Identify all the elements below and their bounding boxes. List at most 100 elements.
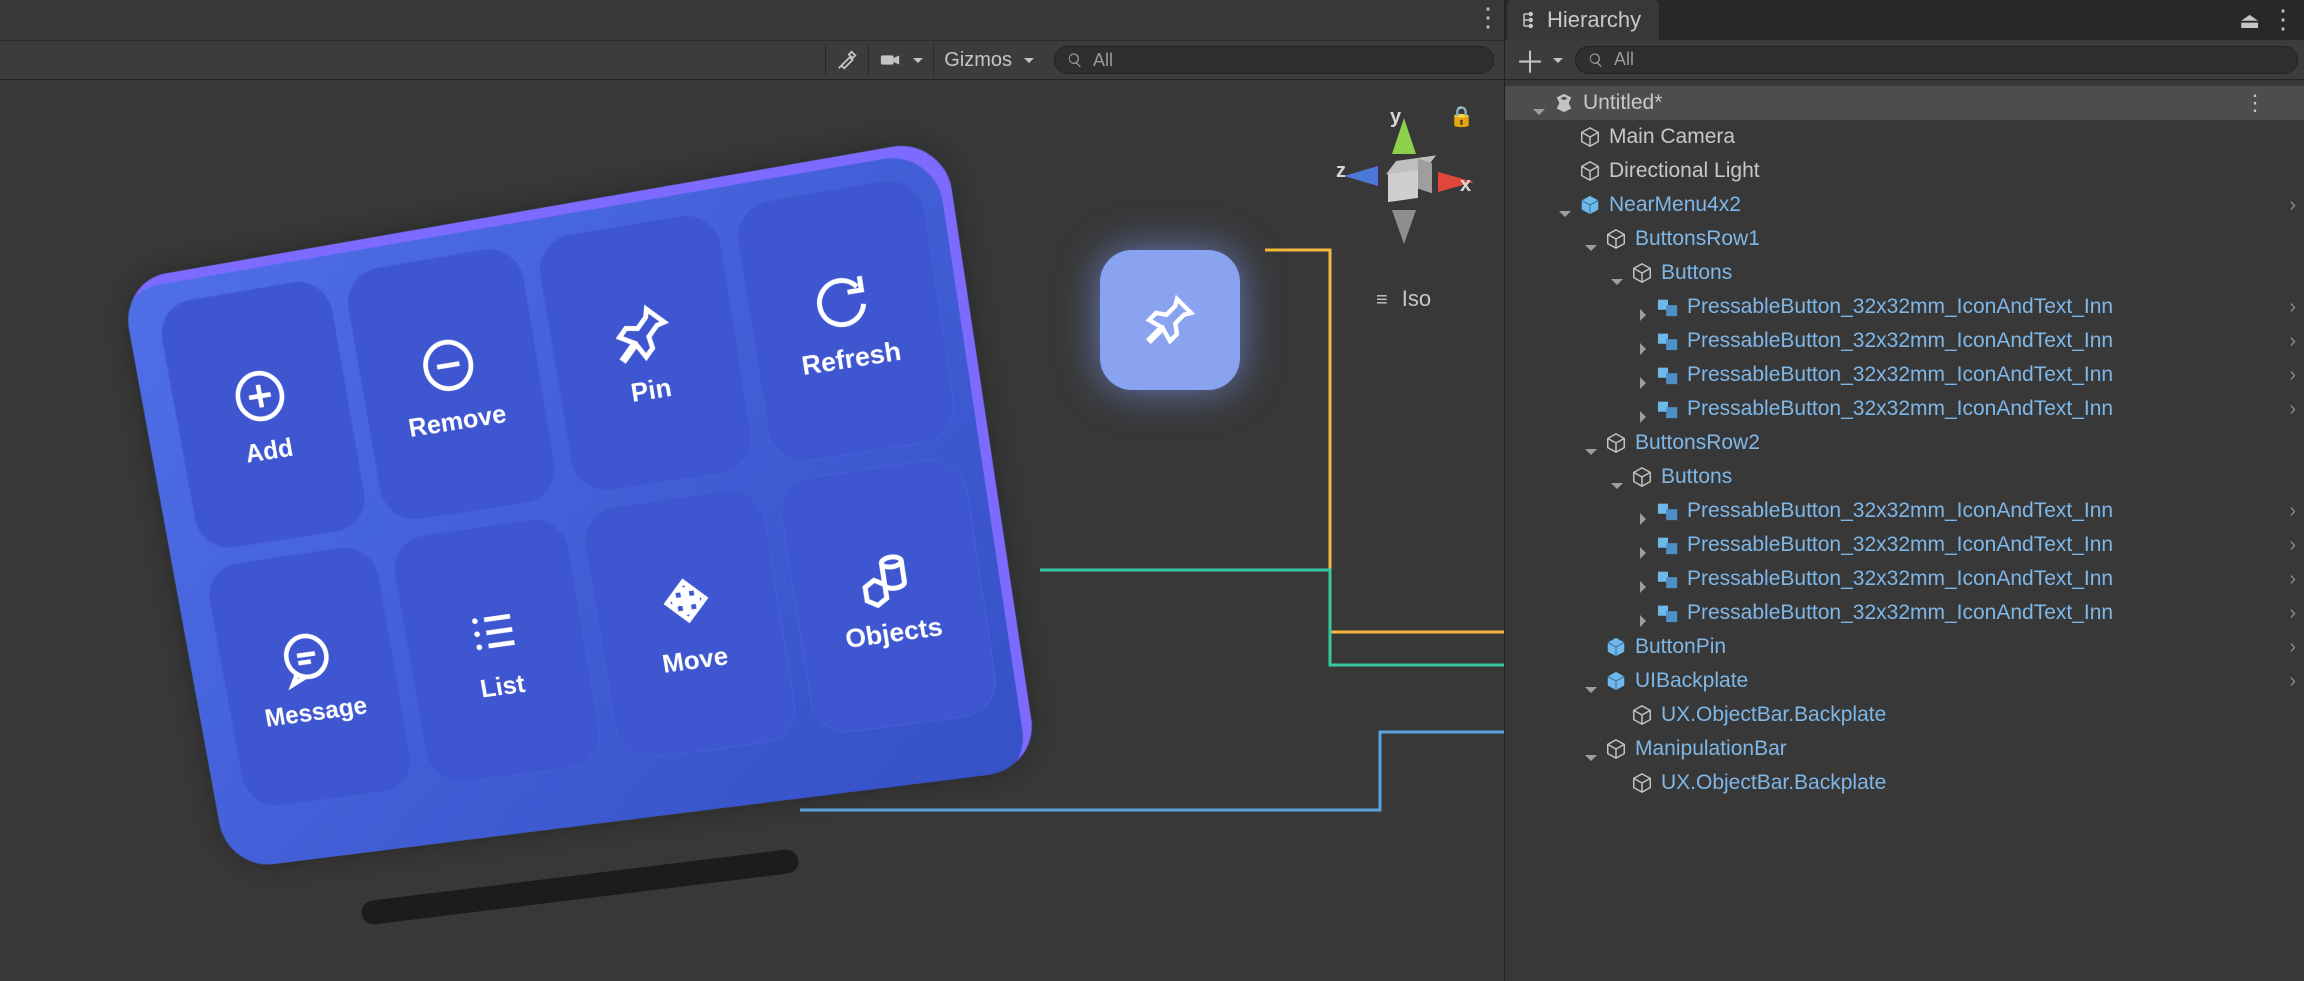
menu-button-label: Move	[660, 640, 730, 679]
hierarchy-row[interactable]: PressableButton_32x32mm_IconAndText_Inn›	[1505, 358, 2304, 392]
gizmos-dropdown-button[interactable]: Gizmos	[933, 44, 1044, 76]
hierarchy-row[interactable]: PressableButton_32x32mm_IconAndText_Inn›	[1505, 494, 2304, 528]
menu-button-label: Pin	[629, 372, 674, 409]
hierarchy-pane-menu-icon[interactable]: ⋮	[2270, 4, 2296, 35]
scene-viewport[interactable]: 🔒 y x z Iso Add Remove Pin Refresh Messa…	[0, 80, 1504, 981]
lock-icon[interactable]: 🔒	[1449, 104, 1474, 129]
hierarchy-row[interactable]: PressableButton_32x32mm_IconAndText_Inn›	[1505, 290, 2304, 324]
foldout-toggle[interactable]	[1637, 333, 1653, 349]
open-prefab-icon[interactable]: ›	[2289, 563, 2296, 595]
plus-circle-icon	[225, 361, 294, 431]
gizmo-cube[interactable]	[1388, 168, 1418, 202]
orientation-gizmo[interactable]: 🔒 y x z Iso	[1324, 100, 1464, 300]
foldout-toggle[interactable]	[1559, 197, 1575, 213]
menu-button-pin[interactable]: Pin	[534, 209, 757, 496]
foldout-toggle[interactable]	[1637, 299, 1653, 315]
foldout-toggle[interactable]	[1585, 741, 1601, 757]
menu-button-refresh[interactable]: Refresh	[732, 174, 960, 466]
hierarchy-row[interactable]: UX.ObjectBar.Backplate	[1505, 766, 2304, 800]
open-prefab-icon[interactable]: ›	[2289, 189, 2296, 221]
nested-icon	[1657, 364, 1679, 386]
camera-dropdown-button[interactable]	[868, 44, 933, 76]
foldout-toggle[interactable]	[1637, 401, 1653, 417]
manipulation-bar-object[interactable]	[360, 848, 800, 925]
hierarchy-row[interactable]: UIBackplate›	[1505, 664, 2304, 698]
foldout-toggle[interactable]	[1585, 639, 1601, 655]
hierarchy-row[interactable]: ButtonsRow2	[1505, 426, 2304, 460]
hierarchy-row[interactable]: NearMenu4x2›	[1505, 188, 2304, 222]
hierarchy-tree: Untitled*⋮Main CameraDirectional LightNe…	[1505, 80, 2304, 806]
foldout-toggle[interactable]	[1611, 707, 1627, 723]
nested-icon	[1657, 500, 1679, 522]
foldout-toggle[interactable]	[1533, 95, 1549, 111]
open-prefab-icon[interactable]: ›	[2289, 529, 2296, 561]
hierarchy-row[interactable]: PressableButton_32x32mm_IconAndText_Inn ›	[1505, 562, 2304, 596]
hierarchy-search-input[interactable]: All	[1575, 46, 2298, 74]
go-icon	[1605, 432, 1627, 454]
hierarchy-row[interactable]: Buttons	[1505, 460, 2304, 494]
open-prefab-icon[interactable]: ›	[2289, 359, 2296, 391]
hierarchy-row[interactable]: ButtonPin ›	[1505, 630, 2304, 664]
open-prefab-icon[interactable]: ›	[2289, 631, 2296, 663]
hierarchy-row-label: PressableButton_32x32mm_IconAndText_Inn	[1687, 563, 2113, 595]
menu-button-remove[interactable]: Remove	[342, 243, 561, 525]
foldout-toggle[interactable]	[1637, 605, 1653, 621]
open-prefab-icon[interactable]: ›	[2289, 393, 2296, 425]
hierarchy-tab[interactable]: Hierarchy	[1507, 0, 1659, 40]
foldout-toggle[interactable]	[1637, 367, 1653, 383]
menu-button-label: Remove	[406, 398, 508, 444]
go-icon	[1631, 704, 1653, 726]
projection-toggle[interactable]: Iso	[1376, 286, 1431, 312]
hierarchy-icon	[1521, 11, 1539, 29]
foldout-toggle[interactable]	[1559, 129, 1575, 145]
menu-button-move[interactable]: Move	[579, 485, 800, 762]
prefab-icon	[1605, 670, 1627, 692]
foldout-toggle[interactable]	[1611, 775, 1627, 791]
scene-pane-menu-icon[interactable]: ⋮	[1475, 2, 1500, 33]
open-prefab-icon[interactable]: ›	[2289, 665, 2296, 697]
foldout-toggle[interactable]	[1585, 231, 1601, 247]
pin-button-object[interactable]	[1100, 250, 1240, 390]
hierarchy-row-label: UX.ObjectBar.Backplate	[1661, 767, 1886, 799]
hierarchy-row[interactable]: Untitled*⋮	[1505, 86, 2304, 120]
foldout-toggle[interactable]	[1637, 571, 1653, 587]
near-menu-object[interactable]: Add Remove Pin Refresh Message List Move…	[150, 210, 990, 830]
hierarchy-row[interactable]: Main Camera	[1505, 120, 2304, 154]
search-icon	[1067, 52, 1083, 68]
row-menu-icon[interactable]: ⋮	[2244, 87, 2266, 119]
scene-search-input[interactable]: All	[1054, 46, 1494, 74]
hierarchy-row[interactable]: ButtonsRow1	[1505, 222, 2304, 256]
axis-neg-y-cone[interactable]	[1392, 210, 1416, 244]
hierarchy-row-label: ButtonPin	[1635, 631, 1726, 663]
hierarchy-row[interactable]: UX.ObjectBar.Backplate	[1505, 698, 2304, 732]
hierarchy-row[interactable]: PressableButton_32x32mm_IconAndText_Inn›	[1505, 528, 2304, 562]
unlock-icon[interactable]: ⏏	[2239, 8, 2260, 34]
tools-toggle-button[interactable]	[825, 44, 868, 76]
foldout-toggle[interactable]	[1637, 503, 1653, 519]
foldout-toggle[interactable]	[1611, 265, 1627, 281]
open-prefab-icon[interactable]: ›	[2289, 495, 2296, 527]
hierarchy-row[interactable]: PressableButton_32x32mm_IconAndText_Inn›	[1505, 596, 2304, 630]
axis-x-label: x	[1460, 174, 1471, 197]
menu-button-list[interactable]: List	[388, 514, 605, 786]
hierarchy-row-label: PressableButton_32x32mm_IconAndText_Inn	[1687, 325, 2113, 357]
hierarchy-row[interactable]: PressableButton_32x32mm_IconAndText_Inn ›	[1505, 324, 2304, 358]
foldout-toggle[interactable]	[1637, 537, 1653, 553]
menu-button-label: Add	[243, 432, 295, 469]
open-prefab-icon[interactable]: ›	[2289, 325, 2296, 357]
hierarchy-row[interactable]: Buttons	[1505, 256, 2304, 290]
hierarchy-row[interactable]: PressableButton_32x32mm_IconAndText_Inn›	[1505, 392, 2304, 426]
create-dropdown-button[interactable]: ＋	[1511, 38, 1567, 82]
nested-icon	[1657, 602, 1679, 624]
foldout-toggle[interactable]	[1559, 163, 1575, 179]
foldout-toggle[interactable]	[1585, 435, 1601, 451]
axis-z-cone[interactable]	[1344, 166, 1378, 186]
foldout-toggle[interactable]	[1585, 673, 1601, 689]
open-prefab-icon[interactable]: ›	[2289, 597, 2296, 629]
hierarchy-row[interactable]: Directional Light	[1505, 154, 2304, 188]
menu-button-objects[interactable]: Objects	[776, 454, 1001, 736]
hierarchy-row-label: UX.ObjectBar.Backplate	[1661, 699, 1886, 731]
open-prefab-icon[interactable]: ›	[2289, 291, 2296, 323]
hierarchy-row[interactable]: ManipulationBar	[1505, 732, 2304, 766]
foldout-toggle[interactable]	[1611, 469, 1627, 485]
